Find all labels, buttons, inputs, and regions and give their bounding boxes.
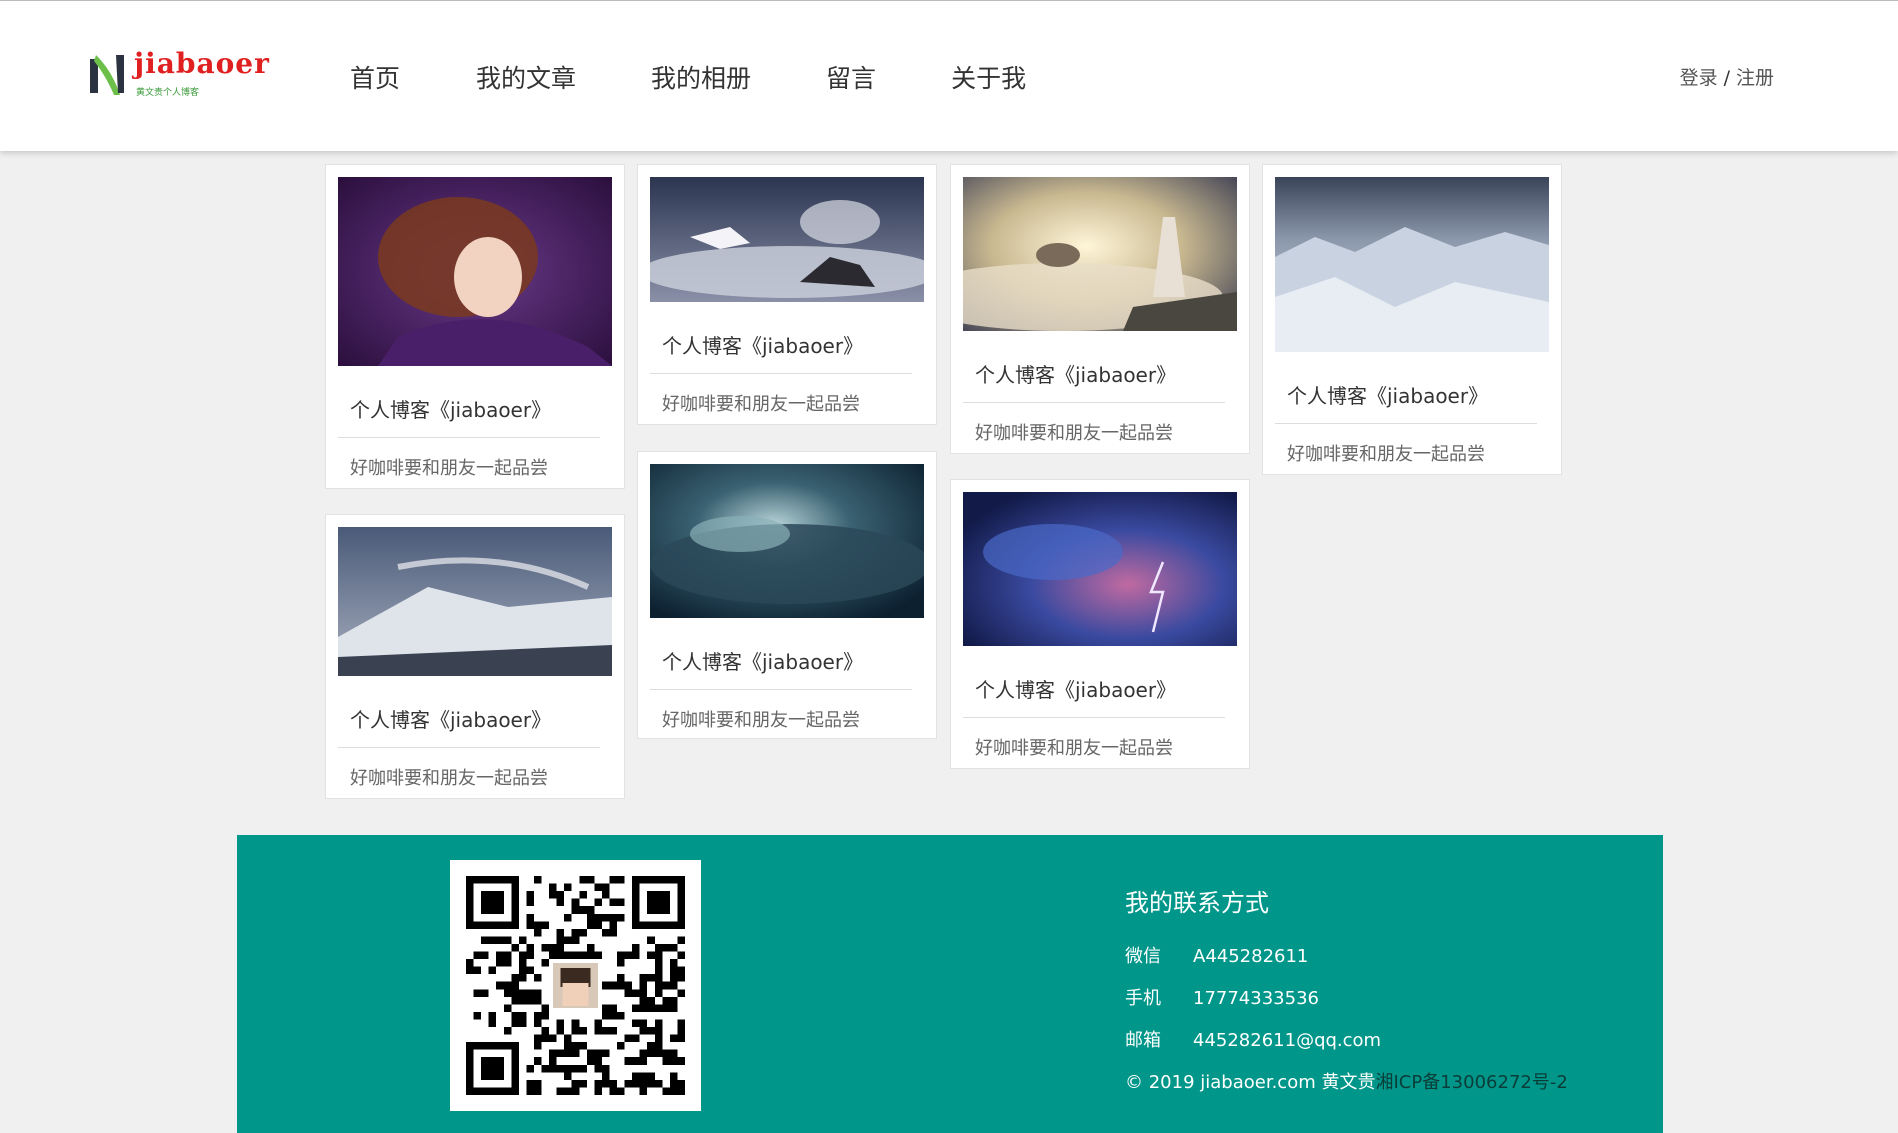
- album-card[interactable]: 个人博客《jiabaoer》 好咖啡要和朋友一起品尝: [325, 514, 625, 799]
- login-link[interactable]: 登录: [1680, 67, 1718, 89]
- card-description: 好咖啡要和朋友一起品尝: [975, 423, 1173, 444]
- copyright: © 2019 jiabaoer.com 黄文贵湘ICP备13006272号-2: [1125, 1068, 1568, 1094]
- album-card[interactable]: 个人博客《jiabaoer》 好咖啡要和朋友一起品尝: [950, 479, 1250, 769]
- card-description: 好咖啡要和朋友一起品尝: [662, 710, 860, 731]
- album-card[interactable]: 个人博客《jiabaoer》 好咖啡要和朋友一起品尝: [950, 164, 1250, 454]
- copyright-name: 黄文贵: [1321, 1072, 1376, 1093]
- card-title[interactable]: 个人博客《jiabaoer》: [963, 331, 1225, 403]
- album-card[interactable]: 个人博客《jiabaoer》 好咖啡要和朋友一起品尝: [325, 164, 625, 489]
- qr-code-icon: [466, 876, 685, 1095]
- contact-info: 我的联系方式 微信 A445282611 手机 17774333536 邮箱 4452…: [1125, 883, 1568, 1094]
- wechat-label: 微信: [1125, 946, 1161, 967]
- site-logo[interactable]: jiabaoer 黄文贵个人博客: [88, 47, 270, 101]
- card-description: 好咖啡要和朋友一起品尝: [975, 738, 1173, 759]
- card-image[interactable]: [1275, 177, 1549, 352]
- wechat-row: 微信 A445282611: [1125, 942, 1568, 968]
- album-card[interactable]: 个人博客《jiabaoer》 好咖啡要和朋友一起品尝: [637, 164, 937, 425]
- card-image[interactable]: [963, 492, 1237, 646]
- icp-link[interactable]: 湘ICP备13006272号-2: [1376, 1072, 1568, 1093]
- email-value[interactable]: 445282611@qq.com: [1193, 1030, 1381, 1051]
- album-card[interactable]: 个人博客《jiabaoer》 好咖啡要和朋友一起品尝: [1262, 164, 1562, 475]
- card-title[interactable]: 个人博客《jiabaoer》: [1275, 352, 1537, 424]
- card-image[interactable]: [338, 527, 612, 676]
- nav-guestbook[interactable]: 留言: [826, 59, 876, 95]
- nav-album[interactable]: 我的相册: [651, 59, 751, 95]
- site-footer: 我的联系方式 微信 A445282611 手机 17774333536 邮箱 4452…: [237, 835, 1663, 1133]
- card-title[interactable]: 个人博客《jiabaoer》: [338, 366, 600, 438]
- card-title[interactable]: 个人博客《jiabaoer》: [650, 302, 912, 374]
- card-title[interactable]: 个人博客《jiabaoer》: [338, 676, 600, 748]
- copyright-site-link[interactable]: jiabaoer.com: [1200, 1072, 1316, 1093]
- contact-title: 我的联系方式: [1125, 889, 1269, 917]
- phone-row: 手机 17774333536: [1125, 984, 1568, 1010]
- nav-home[interactable]: 首页: [350, 59, 400, 95]
- card-description: 好咖啡要和朋友一起品尝: [350, 768, 548, 789]
- card-image[interactable]: [650, 464, 924, 618]
- card-image[interactable]: [963, 177, 1237, 331]
- card-description: 好咖啡要和朋友一起品尝: [662, 394, 860, 415]
- card-description: 好咖啡要和朋友一起品尝: [350, 458, 548, 479]
- card-description: 好咖啡要和朋友一起品尝: [1287, 444, 1485, 465]
- nav-about[interactable]: 关于我: [951, 59, 1026, 95]
- site-header: jiabaoer 黄文贵个人博客 首页 我的文章 我的相册 留言 关于我 登录 /…: [0, 0, 1898, 151]
- copyright-prefix: © 2019: [1125, 1072, 1195, 1093]
- register-link[interactable]: 注册: [1736, 67, 1774, 89]
- logo-text: jiabaoer: [134, 47, 270, 80]
- phone-label: 手机: [1125, 988, 1161, 1009]
- wechat-qr-code: [450, 860, 701, 1111]
- auth-separator: /: [1723, 67, 1730, 89]
- card-image[interactable]: [338, 177, 612, 366]
- email-row: 邮箱 445282611@qq.com: [1125, 1026, 1568, 1052]
- card-image[interactable]: [650, 177, 924, 302]
- nav-articles[interactable]: 我的文章: [476, 59, 576, 95]
- logo-n-icon: [90, 55, 124, 95]
- album-card[interactable]: 个人博客《jiabaoer》 好咖啡要和朋友一起品尝: [637, 451, 937, 739]
- card-title[interactable]: 个人博客《jiabaoer》: [650, 618, 912, 690]
- main-nav: 首页 我的文章 我的相册 留言 关于我: [350, 59, 1101, 95]
- phone-value: 17774333536: [1193, 988, 1319, 1009]
- logo-slogan: 黄文贵个人博客: [136, 88, 200, 98]
- wechat-value: A445282611: [1193, 946, 1309, 967]
- email-label: 邮箱: [1125, 1030, 1161, 1051]
- card-title[interactable]: 个人博客《jiabaoer》: [963, 646, 1225, 718]
- auth-links: 登录 / 注册: [1680, 63, 1774, 90]
